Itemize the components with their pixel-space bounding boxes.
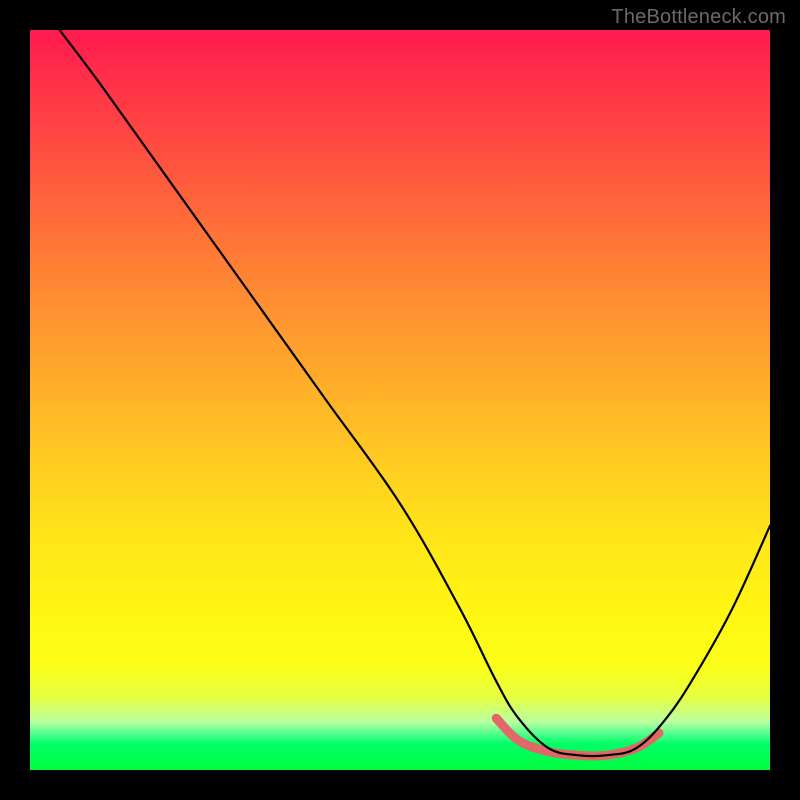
watermark-text: TheBottleneck.com — [611, 6, 786, 29]
bottleneck-curve-line — [60, 30, 770, 756]
chart-plot-area — [30, 30, 770, 770]
chart-svg — [30, 30, 770, 770]
